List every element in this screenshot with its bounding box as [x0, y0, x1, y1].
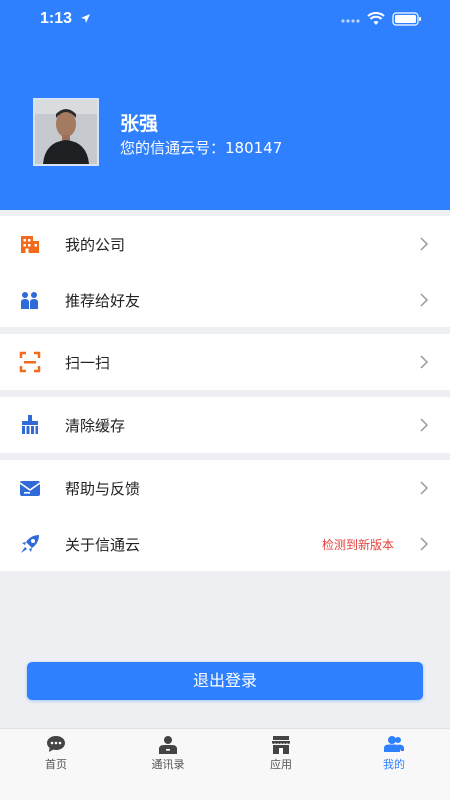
tab-mine[interactable]: 我的 [338, 729, 450, 800]
rocket-icon [21, 535, 39, 553]
user-name: 张强 [120, 113, 159, 135]
contacts-icon [159, 736, 177, 754]
menu-item-help-feedback[interactable]: 帮助与反馈 [0, 460, 450, 516]
scan-icon [19, 351, 41, 373]
menu-item-label: 扫一扫 [65, 354, 111, 372]
chevron-right-icon [420, 537, 428, 551]
tab-contacts[interactable]: 通讯录 [112, 729, 224, 800]
menu-group-company: 我的公司 推荐给好友 [0, 216, 450, 327]
menu-group-scan: 扫一扫 [0, 334, 450, 390]
menu-item-clear-cache[interactable]: 清除缓存 [0, 397, 450, 453]
menu-item-label: 关于信通云 [65, 536, 141, 554]
tab-bar: 首页 通讯录 应用 我的 [0, 728, 450, 800]
tab-label: 我的 [383, 758, 405, 771]
profile-icon [384, 736, 404, 752]
chevron-right-icon [420, 481, 428, 495]
menu-item-about[interactable]: 关于信通云 检测到新版本 [0, 516, 450, 572]
status-time: 1:13 [40, 10, 73, 27]
chat-icon [47, 736, 65, 752]
store-icon [272, 736, 290, 754]
avatar-photo [35, 100, 97, 164]
mail-feedback-icon [19, 481, 41, 496]
menu-group-help: 帮助与反馈 关于信通云 检测到新版本 [0, 460, 450, 571]
chevron-right-icon [420, 293, 428, 307]
chevron-right-icon [420, 418, 428, 432]
logout-button[interactable]: 退出登录 [27, 662, 423, 700]
tab-apps[interactable]: 应用 [225, 729, 337, 800]
broom-icon [22, 415, 38, 434]
battery-icon [392, 12, 421, 26]
share-friends-icon [21, 292, 38, 309]
signal-icon [341, 19, 360, 23]
menu-item-recommend[interactable]: 推荐给好友 [0, 272, 450, 328]
user-id: 您的信通云号：180147 [120, 139, 283, 157]
wifi-icon [367, 12, 385, 25]
avatar[interactable] [33, 98, 99, 166]
tab-home[interactable]: 首页 [0, 729, 112, 800]
menu-item-label: 我的公司 [65, 236, 126, 254]
status-bar: 1:13 [0, 0, 450, 40]
menu-item-label: 帮助与反馈 [65, 480, 141, 498]
building-icon [21, 236, 39, 253]
location-arrow-icon [81, 14, 90, 23]
tab-label: 首页 [45, 758, 67, 771]
profile-header: 1:13 张强 您的信通云号：180147 [0, 0, 450, 210]
chevron-right-icon [420, 237, 428, 251]
menu-item-my-company[interactable]: 我的公司 [0, 216, 450, 272]
menu-item-label: 清除缓存 [65, 417, 126, 435]
new-version-badge: 检测到新版本 [321, 538, 394, 552]
chevron-right-icon [420, 355, 428, 369]
menu-item-scan[interactable]: 扫一扫 [0, 334, 450, 390]
tab-label: 通讯录 [151, 758, 185, 771]
menu-group-cache: 清除缓存 [0, 397, 450, 453]
menu-item-label: 推荐给好友 [65, 292, 141, 310]
tab-label: 应用 [270, 758, 292, 771]
